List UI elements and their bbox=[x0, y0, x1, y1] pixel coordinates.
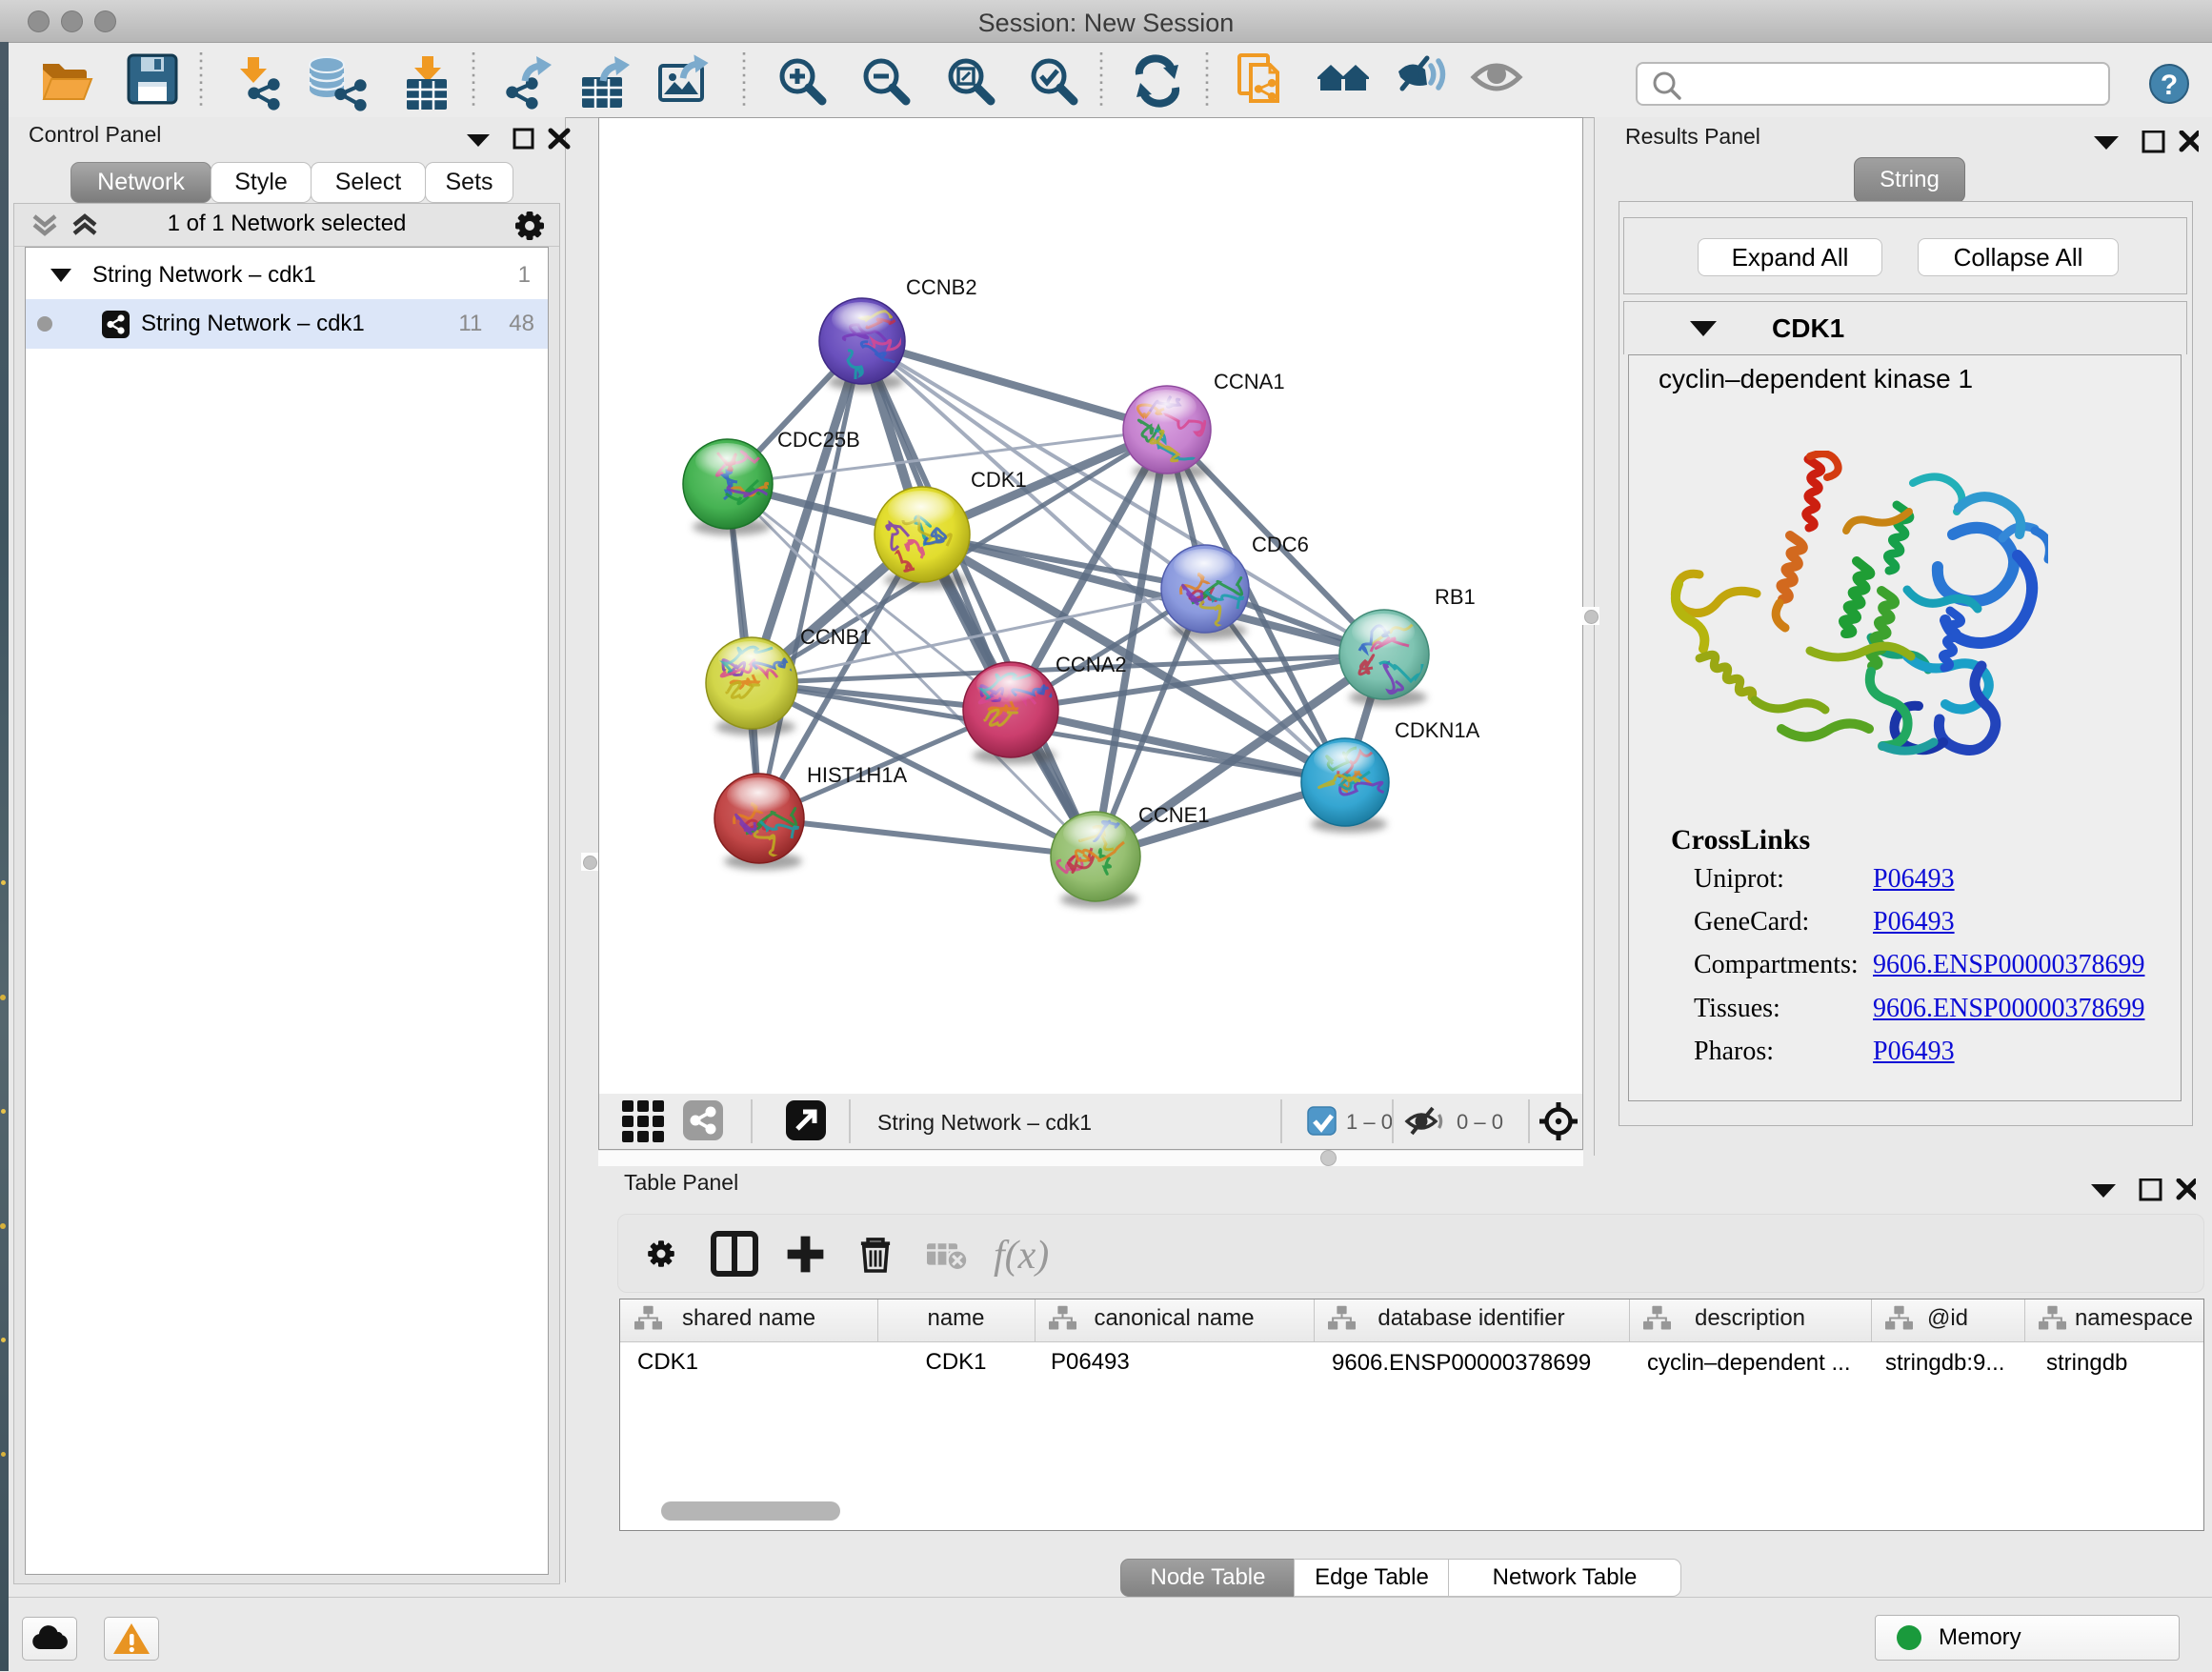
svg-text:HIST1H1A: HIST1H1A bbox=[807, 763, 907, 787]
svg-text:CDC25B: CDC25B bbox=[777, 428, 860, 452]
svg-text:CCNB1: CCNB1 bbox=[800, 625, 872, 649]
svg-text:f(x): f(x) bbox=[994, 1234, 1049, 1278]
svg-text:RB1: RB1 bbox=[1435, 585, 1476, 609]
svg-text:CDKN1A: CDKN1A bbox=[1395, 718, 1480, 742]
svg-text:1 – 0: 1 – 0 bbox=[1346, 1110, 1393, 1134]
svg-text:CDC6: CDC6 bbox=[1252, 533, 1309, 556]
svg-text:CCNB2: CCNB2 bbox=[906, 275, 977, 299]
svg-text:CCNA2: CCNA2 bbox=[1056, 653, 1127, 676]
svg-text:CDK1: CDK1 bbox=[971, 468, 1027, 492]
svg-text:0 – 0: 0 – 0 bbox=[1457, 1110, 1503, 1134]
svg-text:CCNA1: CCNA1 bbox=[1214, 370, 1285, 393]
svg-text:CCNE1: CCNE1 bbox=[1138, 803, 1210, 827]
svg-text:String Network – cdk1: String Network – cdk1 bbox=[877, 1110, 1092, 1135]
svg-text:?: ? bbox=[2161, 70, 2178, 101]
